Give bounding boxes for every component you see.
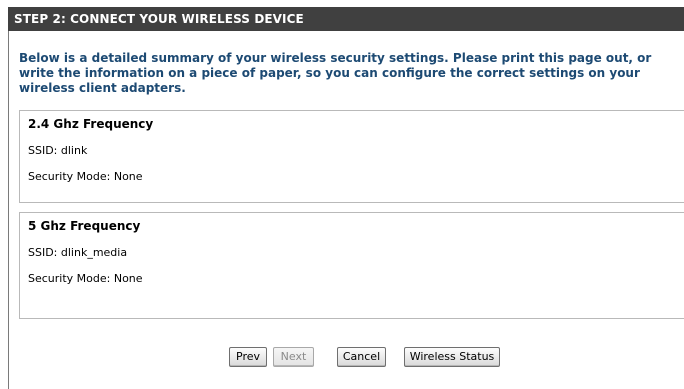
frequency-5ghz-panel: 5 Ghz Frequency SSID: dlink_media Securi… (19, 212, 684, 319)
frequency-5ghz-ssid: SSID: dlink_media (28, 246, 128, 259)
cancel-button[interactable]: Cancel (337, 347, 386, 367)
frequency-5ghz-security: Security Mode: None (28, 272, 143, 285)
frequency-24ghz-security: Security Mode: None (28, 170, 143, 183)
summary-instructions: Below is a detailed summary of your wire… (19, 51, 652, 95)
frequency-24ghz-title: 2.4 Ghz Frequency (28, 117, 154, 131)
next-button[interactable]: Next (273, 347, 314, 367)
wizard-page: STEP 2: CONNECT YOUR WIRELESS DEVICE Bel… (0, 0, 684, 389)
frequency-24ghz-ssid: SSID: dlink (28, 144, 88, 157)
step-title-bar: STEP 2: CONNECT YOUR WIRELESS DEVICE (8, 7, 684, 31)
prev-button[interactable]: Prev (229, 347, 267, 367)
wireless-status-button[interactable]: Wireless Status (404, 347, 500, 367)
frequency-5ghz-title: 5 Ghz Frequency (28, 219, 141, 233)
frequency-24ghz-panel: 2.4 Ghz Frequency SSID: dlink Security M… (19, 110, 684, 203)
